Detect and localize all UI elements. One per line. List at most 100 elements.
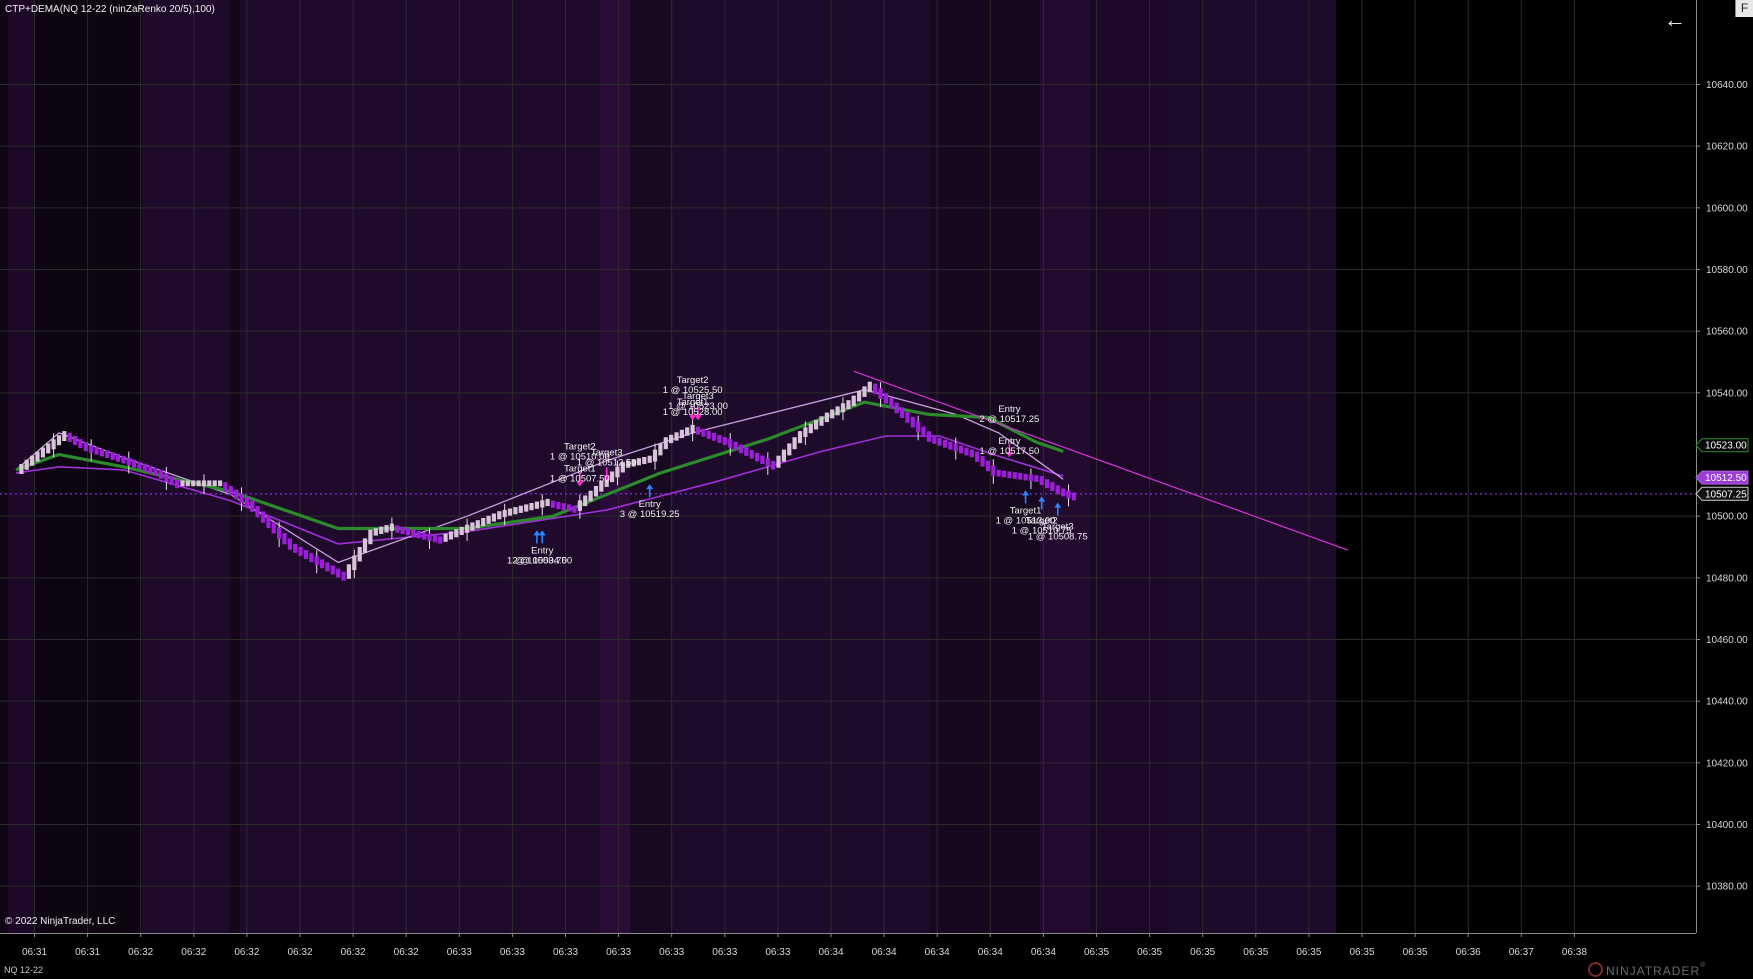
- x-tick-label: 06:35: [1403, 947, 1428, 958]
- bear-bar: [889, 397, 894, 409]
- annotation-label: 2 @ 10517.25: [980, 414, 1040, 425]
- bear-bar: [900, 407, 905, 418]
- bull-bar: [379, 526, 384, 534]
- bear-bar: [395, 525, 400, 533]
- bear-bar: [996, 469, 1001, 477]
- bull-bar: [507, 508, 513, 516]
- x-tick-label: 06:32: [128, 947, 153, 958]
- bull-bar: [513, 507, 518, 515]
- bull-bar: [191, 480, 196, 487]
- bear-bar: [926, 431, 931, 442]
- session-band: [1040, 0, 1090, 933]
- y-tick-label: 10480.00: [1706, 573, 1748, 584]
- bear-bar: [175, 479, 180, 489]
- bull-bar: [497, 511, 502, 520]
- session-band: [142, 0, 230, 933]
- bear-bar: [771, 461, 776, 470]
- bear-bar: [722, 437, 727, 445]
- annotation-label: 3 @ 10519.25: [620, 509, 680, 520]
- bull-bar: [518, 505, 523, 513]
- bull-bar: [577, 500, 582, 511]
- bear-bar: [921, 426, 926, 438]
- indicator-label: CTP+DEMA(NQ 12-22 (ninZaRenko 20/5),100): [5, 4, 215, 15]
- bear-bar: [1018, 473, 1023, 480]
- bear-bar: [255, 506, 260, 518]
- bull-bar: [792, 437, 797, 450]
- bear-bar: [239, 493, 244, 503]
- x-tick-label: 06:33: [553, 947, 578, 958]
- x-tick-label: 06:33: [606, 947, 631, 958]
- x-tick-label: 06:33: [659, 947, 684, 958]
- bear-bar: [73, 436, 78, 445]
- bear-bar: [287, 538, 292, 550]
- session-band: [0, 0, 8, 933]
- x-tick-label: 06:33: [712, 947, 737, 958]
- bear-bar: [948, 441, 953, 450]
- bear-bar: [89, 445, 94, 453]
- bull-bar: [781, 449, 786, 462]
- price-tag-label: 10512.50: [1705, 473, 1747, 484]
- bull-bar: [368, 529, 373, 545]
- bear-bar: [314, 556, 319, 566]
- bear-bar: [556, 502, 561, 510]
- bull-bar: [824, 412, 829, 423]
- bear-bar: [1023, 473, 1028, 481]
- bear-bar: [83, 442, 88, 452]
- x-tick-label: 06:34: [1031, 947, 1056, 958]
- bear-bar: [1055, 485, 1060, 495]
- bull-bar: [545, 498, 550, 507]
- bear-bar: [411, 529, 416, 537]
- x-tick-label: 06:34: [872, 947, 897, 958]
- bear-bar: [1050, 482, 1055, 492]
- bear-bar: [1028, 474, 1033, 482]
- bear-bar: [706, 430, 711, 439]
- bear-bar: [1039, 476, 1044, 485]
- bull-bar: [803, 427, 808, 437]
- bull-bar: [652, 449, 658, 462]
- annotation-label: 1 @ 10508.75: [1028, 532, 1088, 543]
- bear-bar: [137, 461, 142, 470]
- bear-bar: [282, 533, 287, 545]
- bear-bar: [94, 447, 99, 455]
- bear-bar: [115, 454, 121, 462]
- bear-bar: [733, 441, 738, 451]
- y-tick-label: 10560.00: [1706, 327, 1748, 338]
- x-tick-label: 06:34: [978, 947, 1003, 958]
- x-tick-label: 06:31: [75, 947, 100, 958]
- x-tick-label: 06:35: [1137, 947, 1162, 958]
- bear-bar: [169, 476, 174, 485]
- corner-f-button[interactable]: F: [1735, 0, 1753, 17]
- bear-bar: [271, 522, 276, 534]
- bear-bar: [400, 526, 405, 534]
- annotation-label: 1 @ 10517.50: [980, 446, 1040, 457]
- bull-bar: [830, 409, 835, 419]
- x-tick-label: 06:35: [1349, 947, 1374, 958]
- bull-bar: [540, 500, 545, 508]
- bear-bar: [67, 432, 72, 442]
- bear-bar: [760, 455, 765, 465]
- bear-bar: [266, 516, 271, 529]
- bull-bar: [19, 464, 24, 474]
- bull-bar: [669, 434, 674, 444]
- bull-bar: [867, 381, 872, 393]
- x-tick-label: 06:32: [394, 947, 419, 958]
- bull-bar: [491, 513, 496, 522]
- bear-bar: [717, 435, 722, 443]
- y-tick-label: 10440.00: [1706, 697, 1748, 708]
- y-tick-label: 10420.00: [1706, 758, 1748, 769]
- bull-bar: [851, 395, 856, 407]
- bull-bar: [475, 520, 480, 529]
- x-tick-label: 06:35: [1296, 947, 1321, 958]
- bear-bar: [728, 439, 733, 448]
- bear-bar: [1044, 479, 1050, 489]
- bear-bar: [320, 559, 325, 569]
- bear-bar: [234, 489, 239, 500]
- session-band: [1090, 0, 1170, 933]
- arrow-left-icon[interactable]: ←: [1664, 9, 1686, 31]
- bear-bar: [969, 449, 974, 458]
- bull-bar: [24, 459, 29, 470]
- price-tag-label: 10507.25: [1705, 489, 1747, 500]
- bear-bar: [422, 532, 427, 540]
- bear-bar: [432, 535, 437, 543]
- bear-bar: [341, 571, 346, 581]
